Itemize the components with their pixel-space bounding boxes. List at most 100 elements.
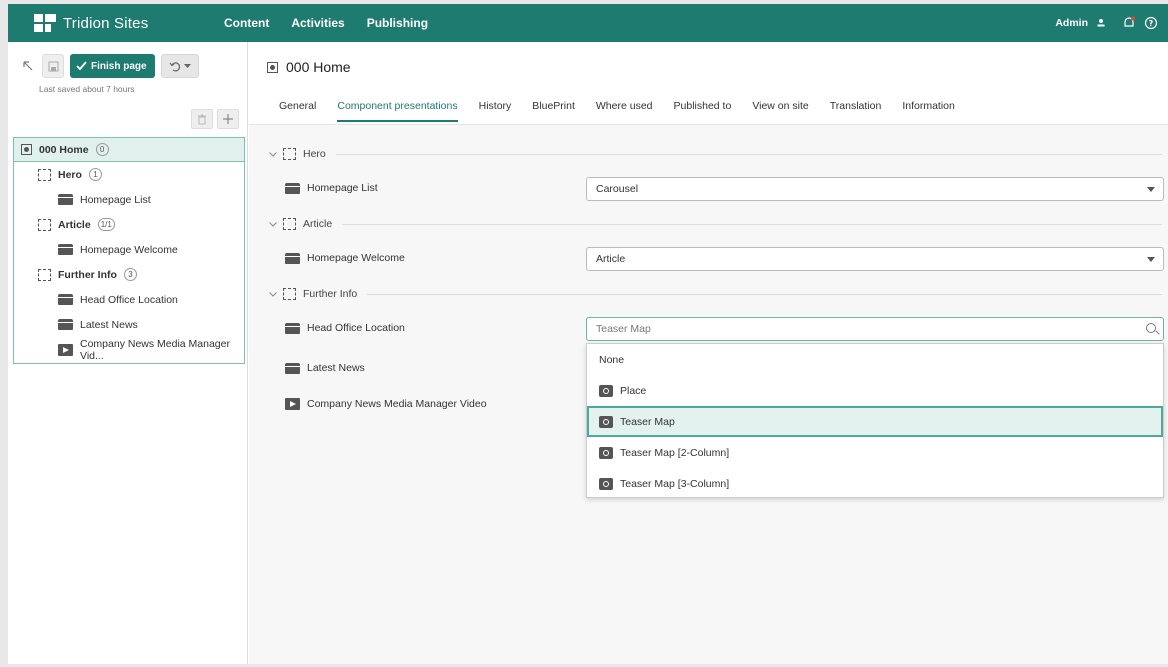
caret-down-icon (1147, 187, 1155, 192)
brand[interactable]: Tridion Sites (34, 14, 224, 32)
divider (342, 223, 1162, 225)
component-icon (285, 252, 300, 264)
user-area: Admin ? (1055, 4, 1158, 42)
page-icon (267, 61, 278, 73)
row-homepage-list: Homepage List (285, 182, 378, 194)
tree-item-company-news-video[interactable]: Company News Media Manager Vid... (14, 337, 244, 362)
user-icon[interactable] (1096, 18, 1106, 28)
page-title: 000 Home (286, 59, 351, 75)
divider (335, 153, 1162, 155)
tab-where-used[interactable]: Where used (596, 100, 653, 122)
template-search-input[interactable]: Teaser Map (586, 317, 1164, 341)
chevron-down-icon[interactable] (269, 149, 277, 159)
tree-item-homepage-list[interactable]: Homepage List (14, 187, 244, 212)
notification-bell-icon[interactable] (1122, 16, 1136, 30)
user-name[interactable]: Admin (1055, 17, 1088, 29)
tree-item-head-office-location[interactable]: Head Office Location (14, 287, 244, 312)
component-icon (58, 244, 73, 255)
page-icon (21, 144, 32, 155)
tab-published-to[interactable]: Published to (674, 100, 732, 122)
last-saved-text: Last saved about 7 hours (39, 84, 135, 94)
component-icon (285, 182, 300, 194)
tree-item-homepage-welcome[interactable]: Homepage Welcome (14, 237, 244, 262)
region-icon (283, 148, 296, 160)
tree-item-label: Homepage Welcome (80, 243, 178, 256)
option-label: Teaser Map [2-Column] (620, 446, 730, 459)
section-further-info[interactable]: Further Info (269, 288, 1162, 300)
component-icon (285, 362, 300, 374)
template-select-homepage-welcome[interactable]: Article (586, 247, 1164, 271)
page-heading: 000 Home (267, 59, 351, 75)
nav-publishing[interactable]: Publishing (367, 16, 428, 30)
option-label: Teaser Map [3-Column] (620, 477, 730, 490)
main-panel: 000 Home General Component presentations… (249, 42, 1168, 664)
option-label: Place (620, 384, 647, 397)
template-icon (599, 384, 613, 397)
tree-root-item[interactable]: 000 Home 0 (14, 138, 244, 162)
tab-component-presentations[interactable]: Component presentations (337, 100, 458, 122)
template-dropdown: None Place Teaser Map Teaser Map [2-Colu… (586, 343, 1164, 498)
tree-item-label: Company News Media Manager Vid... (80, 337, 230, 362)
chevron-down-icon[interactable] (269, 219, 277, 229)
tab-information[interactable]: Information (902, 100, 955, 122)
tab-view-on-site[interactable]: View on site (752, 100, 808, 122)
tree-item-label: Article (58, 218, 91, 231)
nav-content[interactable]: Content (224, 16, 269, 30)
tree-actions (191, 109, 239, 129)
main-nav: Content Activities Publishing (224, 16, 450, 30)
template-icon (599, 477, 613, 490)
page-toolbar: Finish page (20, 54, 199, 78)
component-icon (58, 294, 73, 305)
chevron-down-icon[interactable] (269, 289, 277, 299)
region-icon (38, 168, 51, 181)
tab-history[interactable]: History (479, 100, 512, 122)
section-article[interactable]: Article (269, 218, 1162, 230)
page-tree: 000 Home 0 Hero 1 Homepage List Article … (13, 137, 245, 364)
select-value: Article (596, 253, 626, 265)
svg-text:?: ? (1149, 19, 1154, 28)
tree-item-label: Latest News (80, 318, 138, 331)
collapse-arrow-icon[interactable] (20, 60, 36, 72)
dropdown-option-place[interactable]: Place (587, 375, 1163, 406)
tree-item-article[interactable]: Article 1/1 (14, 212, 244, 237)
dropdown-option-teaser-map-2-column[interactable]: Teaser Map [2-Column] (587, 437, 1163, 468)
save-button[interactable] (42, 54, 64, 78)
tree-item-further-info[interactable]: Further Info 3 (14, 262, 244, 287)
nav-activities[interactable]: Activities (291, 16, 344, 30)
row-label: Homepage Welcome (307, 252, 405, 264)
delete-button[interactable] (191, 109, 213, 129)
row-label: Homepage List (307, 182, 378, 194)
tab-blueprint[interactable]: BluePrint (532, 100, 575, 122)
tree-item-latest-news[interactable]: Latest News (14, 312, 244, 337)
option-label: None (599, 353, 625, 366)
row-label: Company News Media Manager Video (307, 398, 487, 410)
tree-item-label: Homepage List (80, 193, 151, 206)
brand-name: Tridion Sites (63, 14, 149, 32)
finish-page-label: Finish page (91, 60, 147, 72)
template-select-homepage-list[interactable]: Carousel (586, 177, 1164, 201)
search-icon (1146, 323, 1156, 333)
tab-translation[interactable]: Translation (830, 100, 882, 122)
region-icon (38, 218, 51, 231)
tree-item-label: Hero (58, 168, 82, 181)
component-icon (58, 194, 73, 205)
add-button[interactable] (217, 109, 239, 129)
search-placeholder: Teaser Map (596, 323, 651, 335)
undo-button[interactable] (160, 54, 199, 78)
row-homepage-welcome: Homepage Welcome (285, 252, 405, 264)
dropdown-option-teaser-map[interactable]: Teaser Map (587, 406, 1163, 437)
tree-root-label: 000 Home (39, 143, 89, 156)
template-icon (599, 415, 613, 428)
tree-item-label: Further Info (58, 268, 117, 281)
dropdown-option-teaser-map-3-column[interactable]: Teaser Map [3-Column] (587, 468, 1163, 499)
dropdown-option-none[interactable]: None (587, 344, 1163, 375)
finish-page-button[interactable]: Finish page (70, 54, 155, 78)
chevron-down-icon (183, 63, 191, 68)
section-label: Article (303, 218, 333, 230)
left-panel: Finish page Last saved about 7 hours 000… (8, 42, 248, 664)
tab-bar: General Component presentations History … (279, 100, 976, 122)
tree-item-hero[interactable]: Hero 1 (14, 162, 244, 187)
section-hero[interactable]: Hero (269, 148, 1162, 160)
help-icon[interactable]: ? (1144, 16, 1158, 30)
tab-general[interactable]: General (279, 100, 316, 122)
